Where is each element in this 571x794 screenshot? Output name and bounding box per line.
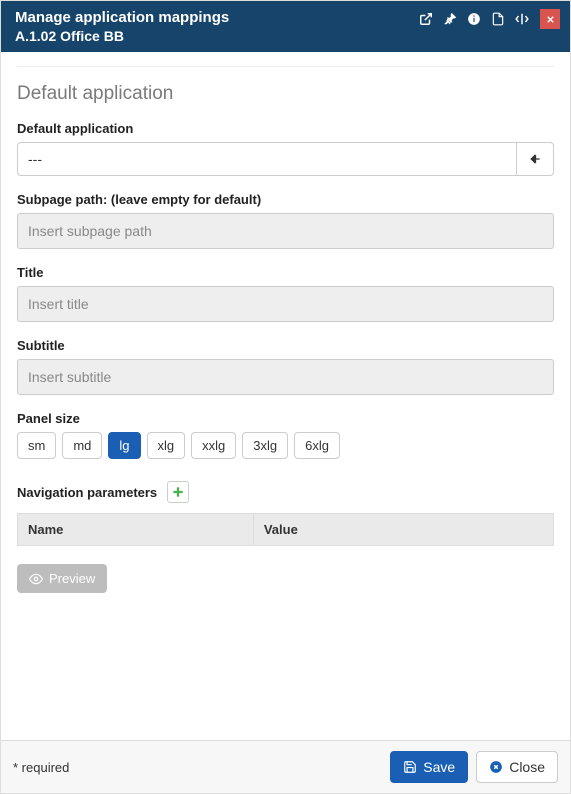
save-button[interactable]: Save	[390, 751, 468, 783]
size-xxlg-button[interactable]: xxlg	[191, 432, 236, 459]
pdf-icon[interactable]	[490, 11, 506, 27]
header-titles: Manage application mappings A.1.02 Offic…	[15, 9, 229, 44]
navigation-parameters-label: Navigation parameters	[17, 485, 157, 500]
title-field: Title	[17, 265, 554, 322]
subtitle-field: Subtitle	[17, 338, 554, 395]
panel-size-group: sm md lg xlg xxlg 3xlg 6xlg	[17, 432, 554, 459]
close-button[interactable]	[540, 9, 560, 29]
close-circle-icon	[489, 760, 503, 774]
dialog-header: Manage application mappings A.1.02 Offic…	[1, 1, 570, 52]
footer-close-button-label: Close	[509, 759, 545, 775]
title-label: Title	[17, 265, 554, 280]
default-application-value: ---	[28, 151, 42, 167]
dialog-title: Manage application mappings	[15, 9, 229, 26]
subpage-path-field: Subpage path: (leave empty for default)	[17, 192, 554, 249]
default-application-field: Default application ---	[17, 121, 554, 176]
size-xlg-button[interactable]: xlg	[147, 432, 186, 459]
subtitle-input[interactable]	[17, 359, 554, 395]
size-3xlg-button[interactable]: 3xlg	[242, 432, 288, 459]
default-application-select[interactable]: ---	[17, 142, 516, 176]
table-header-value: Value	[254, 514, 554, 545]
dialog: Manage application mappings A.1.02 Offic…	[0, 0, 571, 794]
footer-actions: Save Close	[390, 751, 558, 783]
size-lg-button[interactable]: lg	[108, 432, 140, 459]
subpage-path-input[interactable]	[17, 213, 554, 249]
preview-button[interactable]: Preview	[17, 564, 107, 593]
panel-size-label: Panel size	[17, 411, 554, 426]
section-heading: Default application	[17, 83, 554, 105]
subtitle-label: Subtitle	[17, 338, 554, 353]
save-button-label: Save	[423, 759, 455, 775]
size-md-button[interactable]: md	[62, 432, 102, 459]
size-sm-button[interactable]: sm	[17, 432, 56, 459]
footer-close-button[interactable]: Close	[476, 751, 558, 783]
section-rule	[17, 66, 554, 67]
parameters-table-header: Name Value	[17, 513, 554, 546]
header-toolbar	[418, 9, 560, 29]
navigation-parameters-row: Navigation parameters	[17, 481, 554, 503]
revert-button[interactable]	[516, 142, 554, 176]
save-icon	[403, 760, 417, 774]
table-header-name: Name	[18, 514, 254, 545]
dialog-body: Default application Default application …	[1, 52, 570, 740]
preview-button-label: Preview	[49, 571, 95, 586]
dialog-subtitle: A.1.02 Office BB	[15, 28, 229, 44]
required-hint: * required	[13, 760, 69, 775]
default-application-label: Default application	[17, 121, 554, 136]
panel-size-field: Panel size sm md lg xlg xxlg 3xlg 6xlg	[17, 411, 554, 459]
size-6xlg-button[interactable]: 6xlg	[294, 432, 340, 459]
subpage-path-label: Subpage path: (leave empty for default)	[17, 192, 554, 207]
title-input[interactable]	[17, 286, 554, 322]
eye-icon	[29, 572, 43, 586]
dialog-footer: * required Save Close	[1, 740, 570, 793]
info-icon[interactable]	[466, 11, 482, 27]
resize-icon[interactable]	[514, 11, 530, 27]
pin-icon[interactable]	[442, 11, 458, 27]
add-parameter-button[interactable]	[167, 481, 189, 503]
external-link-icon[interactable]	[418, 11, 434, 27]
